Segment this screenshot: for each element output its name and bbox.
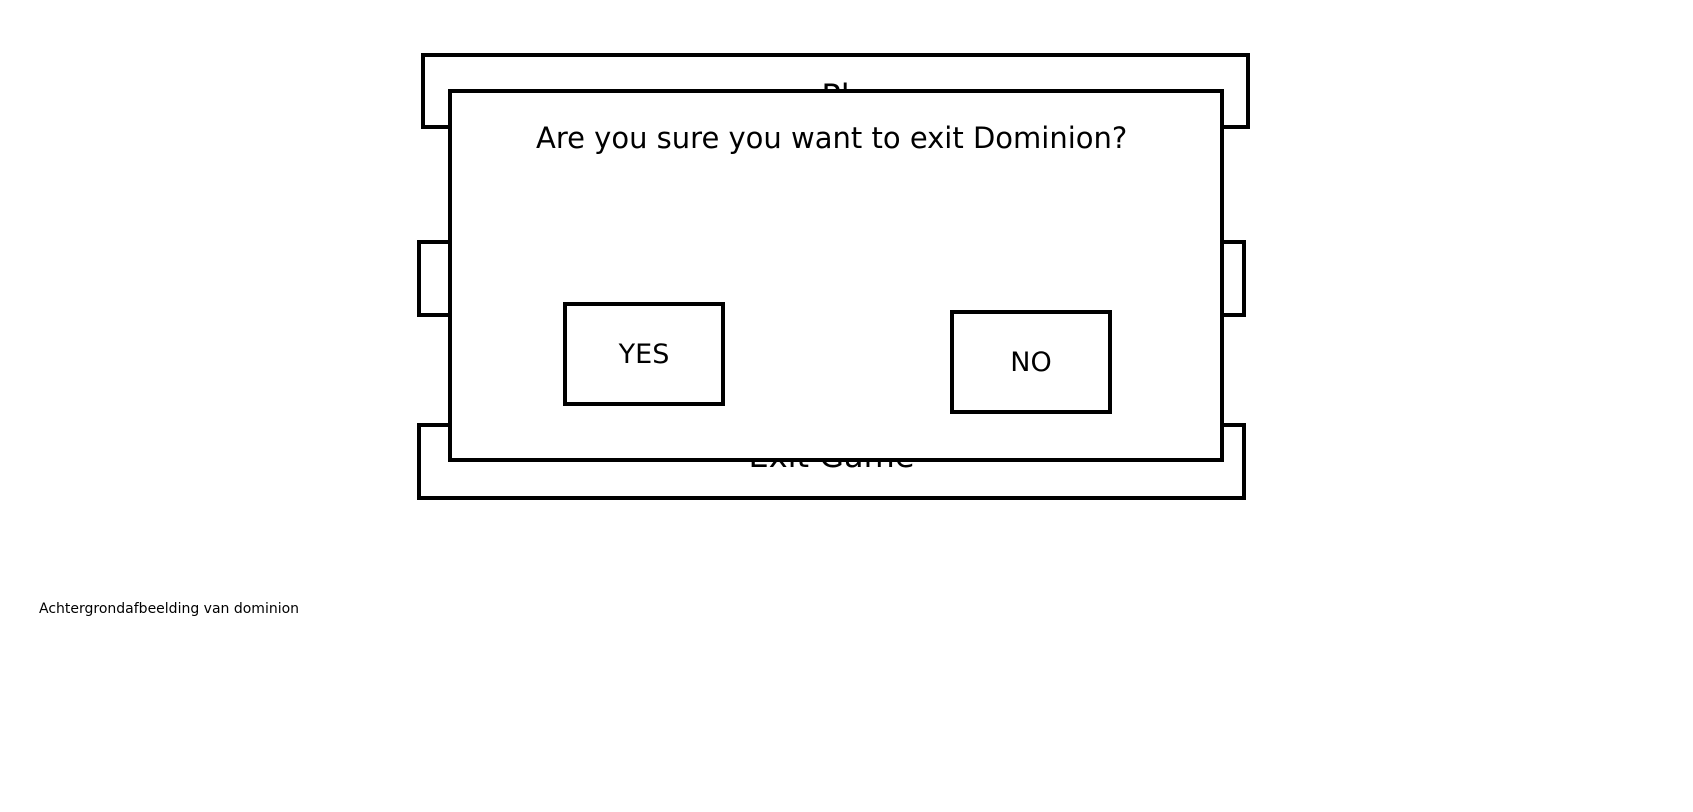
no-button-label: NO [1010, 346, 1052, 378]
background-caption: Achtergrondafbeelding van dominion [39, 601, 300, 617]
exit-confirm-dialog: Are you sure you want to exit Dominion? … [448, 89, 1224, 462]
no-button[interactable]: NO [950, 310, 1112, 414]
dialog-message: Are you sure you want to exit Dominion? [536, 121, 1128, 155]
yes-button[interactable]: YES [563, 302, 725, 406]
yes-button-label: YES [618, 338, 670, 370]
